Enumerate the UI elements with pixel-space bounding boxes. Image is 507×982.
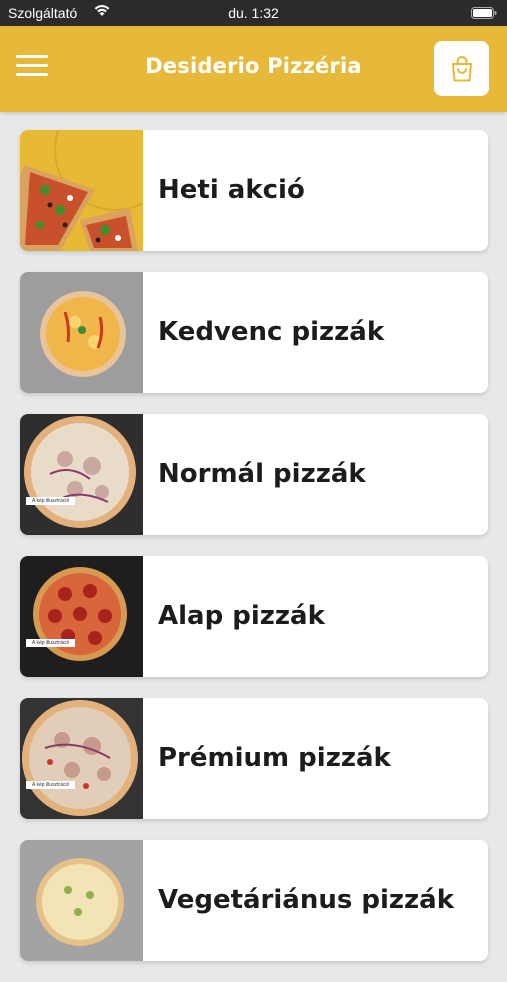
category-label: Normál pizzák xyxy=(158,459,366,489)
category-label: Prémium pizzák xyxy=(158,743,391,773)
clock: du. 1:32 xyxy=(228,5,279,21)
illustration-caption: A kép illusztráció xyxy=(26,781,76,789)
cart-button[interactable] xyxy=(434,41,489,96)
status-bar: Szolgáltató du. 1:32 xyxy=(0,0,507,26)
category-label: Kedvenc pizzák xyxy=(158,317,385,347)
pizza-thumbnail xyxy=(20,272,143,393)
pizza-thumbnail xyxy=(20,840,143,961)
battery-icon xyxy=(471,7,497,19)
pizza-thumbnail: A kép illusztráció xyxy=(20,698,143,819)
pizza-thumbnail: A kép illusztráció xyxy=(20,556,143,677)
category-label: Alap pizzák xyxy=(158,601,325,631)
category-card-heti-akcio[interactable]: Heti akció xyxy=(20,130,488,251)
illustration-caption: A kép illusztráció xyxy=(26,639,76,647)
shopping-bag-icon xyxy=(452,56,472,82)
category-card-vegetarianus-pizzak[interactable]: Vegetáriánus pizzák xyxy=(20,840,488,961)
category-list: Heti akció Kedvenc pizzák A kép illusztr… xyxy=(20,130,488,982)
category-label: Vegetáriánus pizzák xyxy=(158,885,455,915)
category-card-premium-pizzak[interactable]: A kép illusztráció Prémium pizzák xyxy=(20,698,488,819)
pizza-thumbnail xyxy=(20,130,143,251)
category-card-alap-pizzak[interactable]: A kép illusztráció Alap pizzák xyxy=(20,556,488,677)
page-title: Desiderio Pizzéria xyxy=(145,54,362,78)
category-card-kedvenc-pizzak[interactable]: Kedvenc pizzák xyxy=(20,272,488,393)
app-header: Desiderio Pizzéria xyxy=(0,26,507,112)
category-label: Heti akció xyxy=(158,175,305,205)
illustration-caption: A kép illusztráció xyxy=(26,497,76,505)
category-card-normal-pizzak[interactable]: A kép illusztráció Normál pizzák xyxy=(20,414,488,535)
pizza-thumbnail: A kép illusztráció xyxy=(20,414,143,535)
